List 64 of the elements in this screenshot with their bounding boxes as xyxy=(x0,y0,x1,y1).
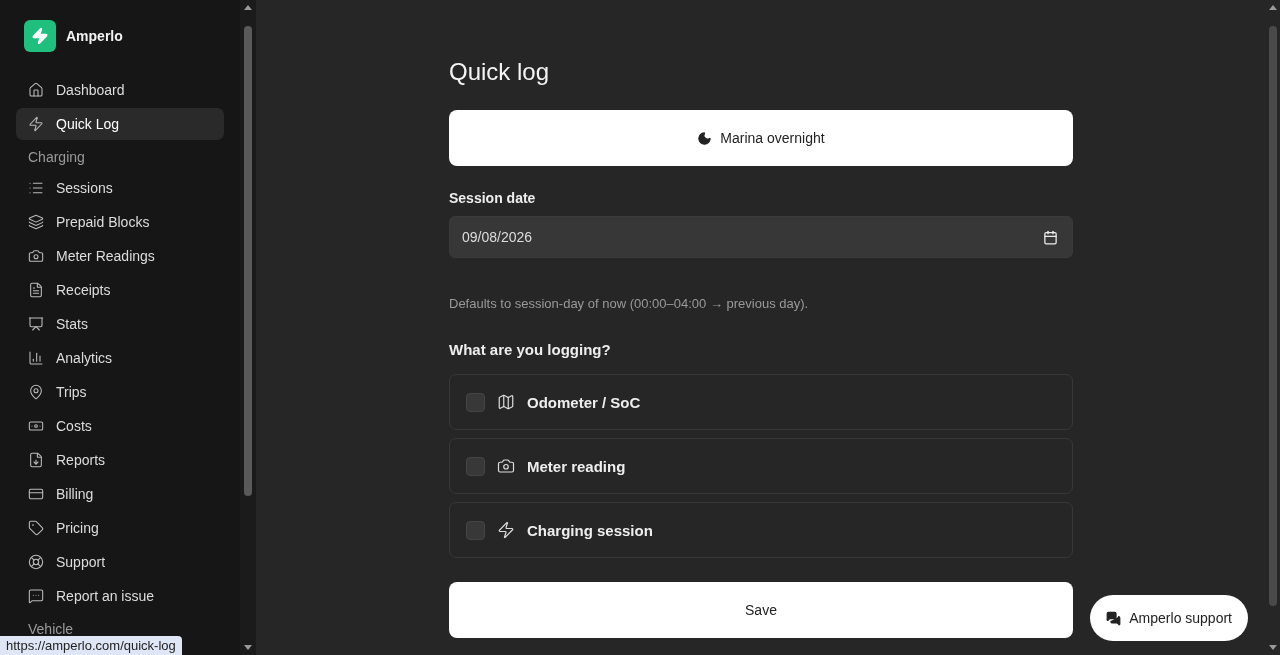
scrollbar-thumb[interactable] xyxy=(1269,26,1277,606)
nav-item[interactable]: Analytics xyxy=(16,342,224,374)
brand-name: Amperlo xyxy=(66,28,123,44)
nav-section-heading: Vehicle xyxy=(27,620,75,639)
credit-card-icon xyxy=(28,486,44,502)
status-url: https://amperlo.com/quick-log xyxy=(0,636,182,655)
option-label: Charging session xyxy=(527,521,653,539)
nav-item[interactable]: Reports xyxy=(16,444,224,476)
nav-item[interactable]: Prepaid Blocks xyxy=(16,206,224,238)
calendar-icon xyxy=(1043,229,1058,245)
nav-item[interactable]: Support xyxy=(16,546,224,578)
document-download-icon xyxy=(28,452,44,468)
nav-item[interactable]: Trips xyxy=(16,376,224,408)
logo-icon xyxy=(24,20,56,52)
scroll-up-icon[interactable] xyxy=(244,5,252,10)
layers-icon xyxy=(28,214,44,230)
scroll-up-icon[interactable] xyxy=(1269,5,1277,10)
option-card[interactable]: Charging session xyxy=(449,502,1073,558)
nav-item[interactable]: Costs xyxy=(16,410,224,442)
nav-item[interactable]: Sessions xyxy=(16,172,224,204)
page-title: Quick log xyxy=(449,57,551,87)
nav-item[interactable]: Receipts xyxy=(16,274,224,306)
checkbox[interactable] xyxy=(466,392,485,412)
checkbox[interactable] xyxy=(466,456,485,476)
nav-item[interactable]: Stats xyxy=(16,308,224,340)
nav-section-heading: Charging xyxy=(27,148,86,167)
tag-icon xyxy=(28,520,44,536)
support-button[interactable]: Amperlo support xyxy=(1090,595,1248,641)
section-heading: What are you logging? xyxy=(449,341,612,358)
option-label: Meter reading xyxy=(527,457,626,475)
nav-item[interactable]: Report an issue xyxy=(16,580,224,612)
chat-bubble-icon xyxy=(28,588,44,604)
hint-text: Defaults to session-day of now (00:00–04:00 → previous day). xyxy=(449,296,810,311)
camera-icon xyxy=(28,248,44,264)
camera-icon xyxy=(497,457,515,475)
chart-board-icon xyxy=(28,316,44,332)
nav-item[interactable]: Dashboard xyxy=(16,74,224,106)
option-card[interactable]: Meter reading xyxy=(449,438,1073,494)
lifebuoy-icon xyxy=(28,554,44,570)
nav-item[interactable]: Meter Readings xyxy=(16,240,224,272)
field-label: Session date xyxy=(449,190,537,206)
date-field[interactable]: 09/08/2026 xyxy=(449,216,1073,258)
scrollbar-thumb[interactable] xyxy=(244,26,252,496)
option-card[interactable]: Odometer / SoC xyxy=(449,374,1073,430)
chat-icon xyxy=(1106,610,1122,626)
nav-item[interactable]: Billing xyxy=(16,478,224,510)
list-icon xyxy=(28,180,44,196)
moon-icon xyxy=(697,130,713,146)
scroll-down-icon[interactable] xyxy=(1269,645,1277,650)
save-button[interactable]: Save xyxy=(449,582,1073,638)
option-label: Odometer / SoC xyxy=(527,393,641,411)
map-pin-icon xyxy=(28,384,44,400)
checkbox[interactable] xyxy=(466,520,485,540)
banknote-icon xyxy=(28,418,44,434)
nav-item[interactable]: Quick Log xyxy=(16,108,224,140)
document-icon xyxy=(28,282,44,298)
house-icon xyxy=(28,82,44,98)
preset-button[interactable]: Marina overnight xyxy=(449,110,1073,166)
lightning-icon xyxy=(28,116,44,132)
lightning-icon xyxy=(497,521,515,539)
bar-chart-icon xyxy=(28,350,44,366)
map-icon xyxy=(497,393,515,411)
scroll-down-icon[interactable] xyxy=(244,645,252,650)
nav-item[interactable]: Pricing xyxy=(16,512,224,544)
